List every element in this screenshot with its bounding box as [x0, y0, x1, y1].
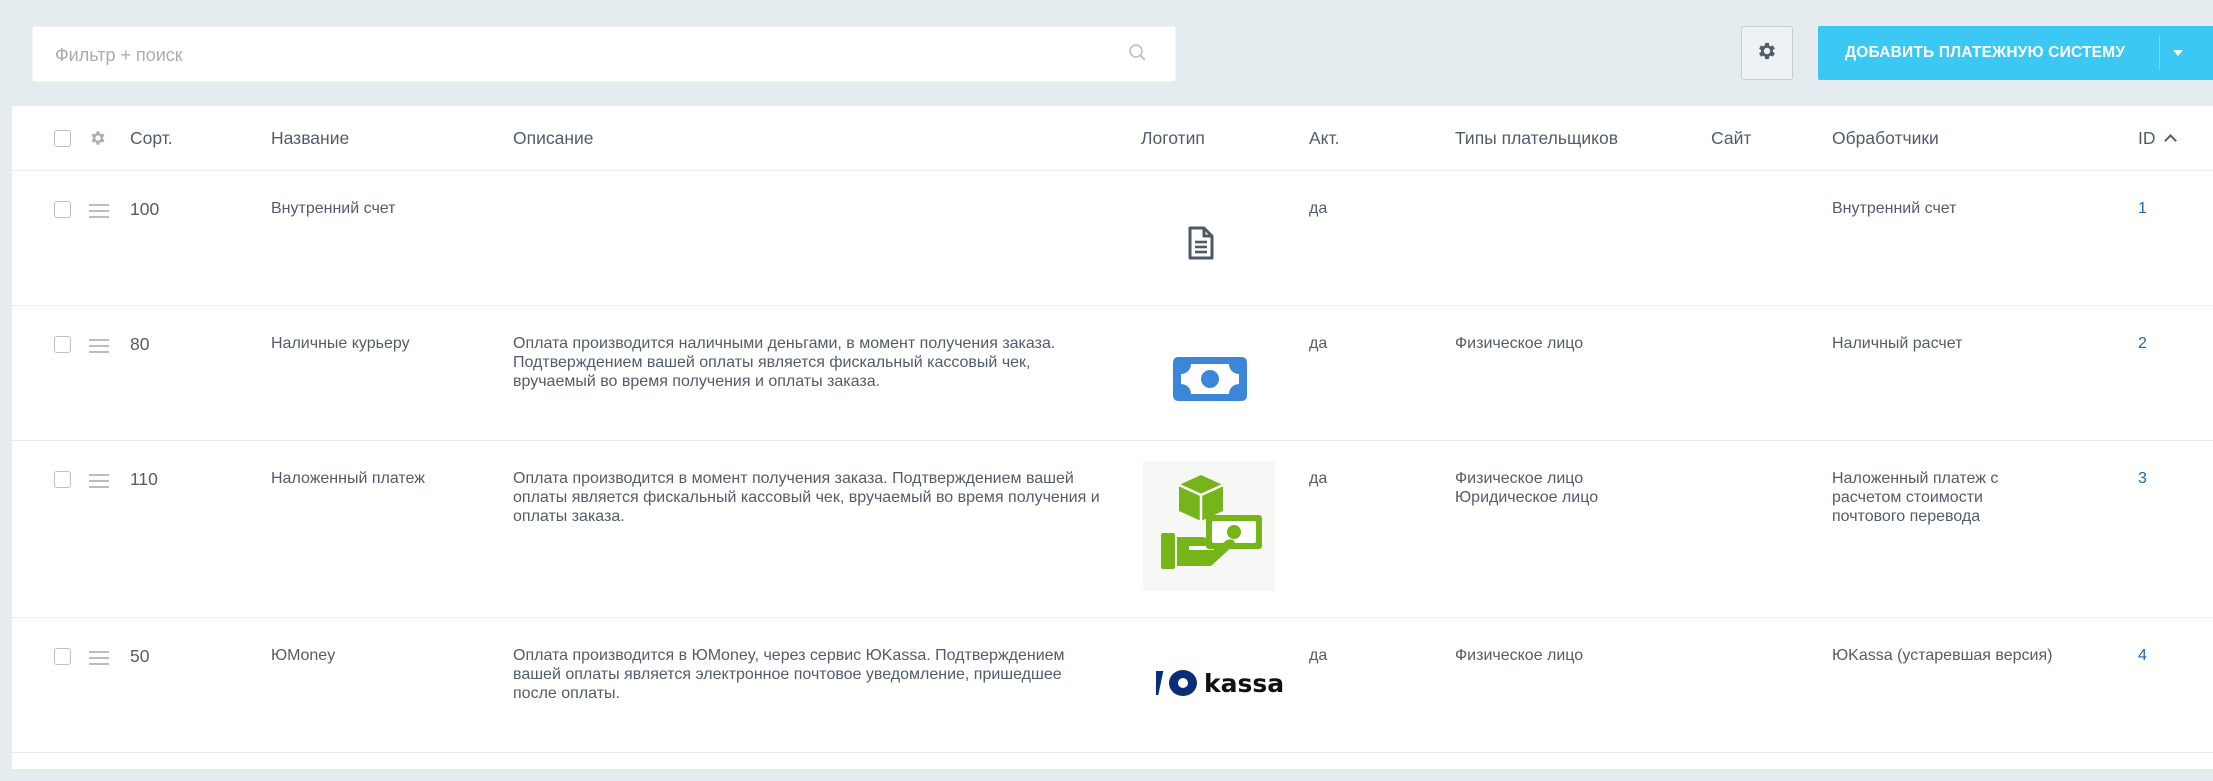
column-header-id[interactable]: ID — [2138, 128, 2177, 148]
row-checkbox[interactable] — [54, 336, 71, 353]
row-payer-types: Физическое лицо Юридическое лицо — [1455, 470, 1599, 506]
column-header-site[interactable]: Сайт — [1711, 128, 1751, 148]
row-active: да — [1309, 470, 1328, 487]
yookassa-logo-text: kassa — [1204, 668, 1285, 698]
button-divider — [2159, 36, 2160, 70]
cash-bill-icon — [1172, 354, 1248, 409]
row-name[interactable]: ЮMoney — [271, 646, 335, 666]
row-name[interactable]: Внутренний счет — [271, 199, 395, 219]
sort-ascending-icon — [2163, 134, 2177, 147]
row-id-link[interactable]: 2 — [2138, 334, 2147, 354]
row-handler: Наличный расчет — [1832, 335, 1963, 352]
drag-handle-icon[interactable] — [89, 204, 109, 222]
table-row[interactable]: 100 Внутренний счет да Внутренний счет 1 — [12, 171, 2213, 306]
column-header-active[interactable]: Акт. — [1309, 128, 1339, 148]
row-description: Оплата производится в момент получения з… — [513, 470, 1100, 525]
search-icon[interactable] — [1128, 43, 1148, 68]
row-sort: 80 — [130, 334, 150, 354]
table-row[interactable]: 110 Наложенный платеж Оплата производитс… — [12, 441, 2213, 618]
row-active: да — [1309, 200, 1328, 217]
payment-systems-grid: Сорт. Название Описание Логотип Акт. Тип… — [12, 106, 2213, 769]
row-sort: 100 — [130, 199, 160, 219]
row-checkbox[interactable] — [54, 471, 71, 488]
drag-handle-icon[interactable] — [89, 651, 109, 669]
row-handler: ЮKassa (устаревшая версия) — [1832, 647, 2053, 664]
drag-handle-icon[interactable] — [89, 474, 109, 492]
row-active: да — [1309, 647, 1328, 664]
cash-on-delivery-icon — [1143, 461, 1275, 596]
grid-header: Сорт. Название Описание Логотип Акт. Тип… — [12, 106, 2213, 171]
dropdown-caret-icon[interactable] — [2173, 50, 2183, 56]
column-settings-gear-icon[interactable] — [89, 129, 107, 152]
drag-handle-icon[interactable] — [89, 339, 109, 357]
table-row[interactable]: 50 ЮMoney Оплата производится в ЮMoney, … — [12, 618, 2213, 753]
toolbar: ДОБАВИТЬ ПЛАТЕЖНУЮ СИСТЕМУ — [32, 26, 2213, 83]
settings-button[interactable] — [1741, 26, 1793, 80]
column-header-id-label: ID — [2138, 128, 2156, 148]
column-header-description[interactable]: Описание — [513, 128, 594, 148]
row-payer-types: Физическое лицо — [1455, 335, 1584, 352]
column-header-handlers[interactable]: Обработчики — [1832, 128, 1939, 148]
row-payer-types: Физическое лицо — [1455, 647, 1584, 664]
yookassa-mark-icon — [1156, 670, 1197, 696]
row-id-link[interactable]: 1 — [2138, 199, 2147, 219]
add-payment-system-button[interactable]: ДОБАВИТЬ ПЛАТЕЖНУЮ СИСТЕМУ — [1818, 26, 2213, 80]
filter-search-input[interactable] — [53, 27, 1117, 83]
row-id-link[interactable]: 4 — [2138, 646, 2147, 666]
table-row[interactable]: 80 Наличные курьеру Оплата производится … — [12, 306, 2213, 441]
document-icon — [1187, 226, 1215, 265]
row-id-link[interactable]: 3 — [2138, 469, 2147, 489]
column-header-payer-types[interactable]: Типы плательщиков — [1455, 128, 1618, 148]
yookassa-logo: kassa — [1156, 668, 1284, 698]
row-handler: Наложенный платеж с расчетом стоимости п… — [1832, 470, 1999, 525]
gear-icon — [1756, 40, 1778, 67]
row-name[interactable]: Наличные курьеру — [271, 334, 410, 354]
row-checkbox[interactable] — [54, 201, 71, 218]
select-all-checkbox[interactable] — [54, 130, 71, 147]
column-header-sort[interactable]: Сорт. — [130, 128, 173, 148]
column-header-logo[interactable]: Логотип — [1141, 128, 1205, 148]
row-checkbox[interactable] — [54, 648, 71, 665]
row-description: Оплата производится наличными деньгами, … — [513, 335, 1056, 390]
filter-search-box[interactable] — [32, 26, 1176, 83]
row-sort: 50 — [130, 646, 150, 666]
row-name[interactable]: Наложенный платеж — [271, 469, 425, 489]
row-handler: Внутренний счет — [1832, 200, 1957, 217]
row-sort: 110 — [130, 469, 158, 489]
add-payment-system-label: ДОБАВИТЬ ПЛАТЕЖНУЮ СИСТЕМУ — [1845, 44, 2126, 61]
column-header-name[interactable]: Название — [271, 128, 349, 148]
row-active: да — [1309, 335, 1328, 352]
row-description: Оплата производится в ЮMoney, через серв… — [513, 647, 1065, 702]
